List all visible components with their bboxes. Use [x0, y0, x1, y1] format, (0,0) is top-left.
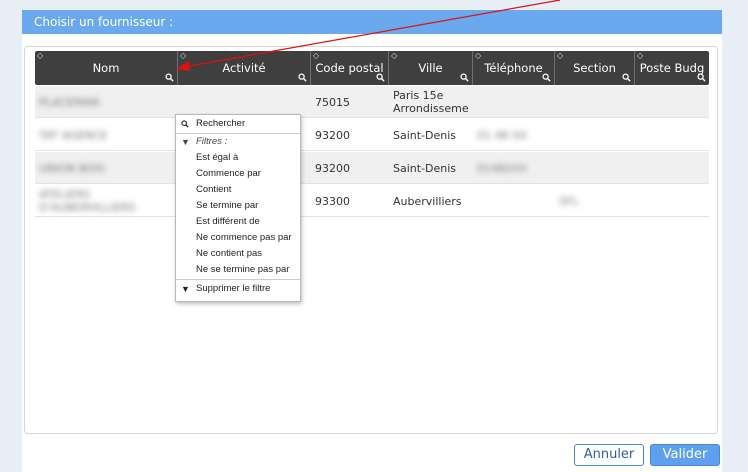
table-row[interactable]: TAT AGENCE 93200 Saint-Denis 01 48 XX	[35, 119, 709, 151]
cell-nom: TAT AGENCE	[39, 128, 108, 142]
table-row[interactable]: ATELIERS D'AUBERVILLIERS 93300 Aubervill…	[35, 185, 709, 217]
column-header-activite[interactable]: ◇ Activité	[178, 51, 311, 85]
menu-item-not-equals[interactable]: Est différent de	[176, 214, 300, 230]
table-row[interactable]: PLACEMAN 75015 Paris 15e Arrondisseme	[35, 86, 709, 118]
search-icon	[181, 120, 189, 128]
filter-icon: ▼	[181, 137, 190, 147]
sort-icon[interactable]: ◇	[557, 51, 563, 60]
menu-item-label: Supprimer le filtre	[196, 283, 271, 294]
menu-header-label: Filtres :	[196, 136, 228, 147]
cell-nom: UNION BOIS	[39, 161, 106, 175]
table-header: ◇ Nom ◇ Activité ◇ Code postal ◇ Ville ◇	[35, 51, 709, 85]
column-header-telephone[interactable]: ◇ Téléphone	[473, 51, 555, 85]
filter-search-icon[interactable]	[165, 73, 174, 82]
cell-ville: Saint-Denis	[393, 128, 457, 142]
menu-item-contains[interactable]: Contient	[176, 182, 300, 198]
menu-item-not-starts-with[interactable]: Ne commence pas par	[176, 230, 300, 246]
filter-icon: ▼	[181, 284, 190, 294]
menu-header-filters: ▼ Filtres :	[176, 134, 300, 150]
cell-nom: ATELIERS D'AUBERVILLIERS	[39, 188, 136, 214]
filter-search-icon[interactable]	[460, 73, 469, 82]
column-header-poste-budget[interactable]: ◇ Poste Budg	[635, 51, 709, 85]
column-header-nom[interactable]: ◇ Nom	[35, 51, 178, 85]
menu-item-equals[interactable]: Est égal à	[176, 150, 300, 166]
cancel-button[interactable]: Annuler	[574, 444, 644, 466]
sort-icon[interactable]: ◇	[391, 51, 397, 60]
sort-icon[interactable]: ◇	[180, 51, 186, 60]
filter-search-icon[interactable]	[542, 73, 551, 82]
filter-search-icon[interactable]	[622, 73, 631, 82]
cell-section: SFL	[559, 194, 579, 208]
sort-icon[interactable]: ◇	[37, 51, 43, 60]
cell-telephone: 01482XX	[477, 161, 528, 175]
validate-button[interactable]: Valider	[650, 444, 720, 466]
filter-search-icon[interactable]	[376, 73, 385, 82]
cell-code-postal: 93200	[315, 128, 350, 142]
cell-ville: Saint-Denis	[393, 161, 457, 175]
cell-nom: PLACEMAN	[39, 95, 100, 109]
cell-code-postal: 93200	[315, 161, 350, 175]
menu-divider	[176, 279, 300, 280]
supplier-dialog: Choisir un fournisseur : ◇ Nom ◇ Activit…	[22, 10, 722, 472]
menu-item-starts-with[interactable]: Commence par	[176, 166, 300, 182]
column-filter-menu: Rechercher ▼ Filtres : Est égal à Commen…	[175, 114, 301, 302]
cell-code-postal: 75015	[315, 95, 350, 109]
cell-ville: Aubervilliers	[393, 194, 462, 208]
sort-icon[interactable]: ◇	[313, 51, 319, 60]
table-row[interactable]: UNION BOIS 93200 Saint-Denis 01482XX	[35, 152, 709, 184]
column-header-code-postal[interactable]: ◇ Code postal	[311, 51, 389, 85]
menu-item-not-contains[interactable]: Ne contient pas	[176, 246, 300, 262]
menu-item-search[interactable]: Rechercher	[176, 116, 300, 132]
column-header-ville[interactable]: ◇ Ville	[389, 51, 473, 85]
sort-icon[interactable]: ◇	[475, 51, 481, 60]
column-label: Nom	[92, 61, 120, 75]
menu-item-ends-with[interactable]: Se termine par	[176, 198, 300, 214]
filter-search-icon[interactable]	[298, 73, 307, 82]
cell-code-postal: 93300	[315, 194, 350, 208]
menu-item-not-ends-with[interactable]: Ne se termine pas par	[176, 262, 300, 278]
supplier-table-panel: ◇ Nom ◇ Activité ◇ Code postal ◇ Ville ◇	[24, 46, 718, 434]
menu-item-remove-filter[interactable]: ▼ Supprimer le filtre	[176, 281, 300, 297]
sort-icon[interactable]: ◇	[637, 51, 643, 60]
filter-search-icon[interactable]	[697, 73, 706, 82]
column-label: Activité	[222, 61, 266, 75]
column-header-section[interactable]: ◇ Section	[555, 51, 635, 85]
cell-ville: Paris 15e Arrondisseme	[393, 89, 469, 115]
dialog-title: Choisir un fournisseur :	[22, 10, 722, 34]
menu-item-label: Rechercher	[196, 118, 246, 129]
cell-telephone: 01 48 XX	[477, 128, 528, 142]
